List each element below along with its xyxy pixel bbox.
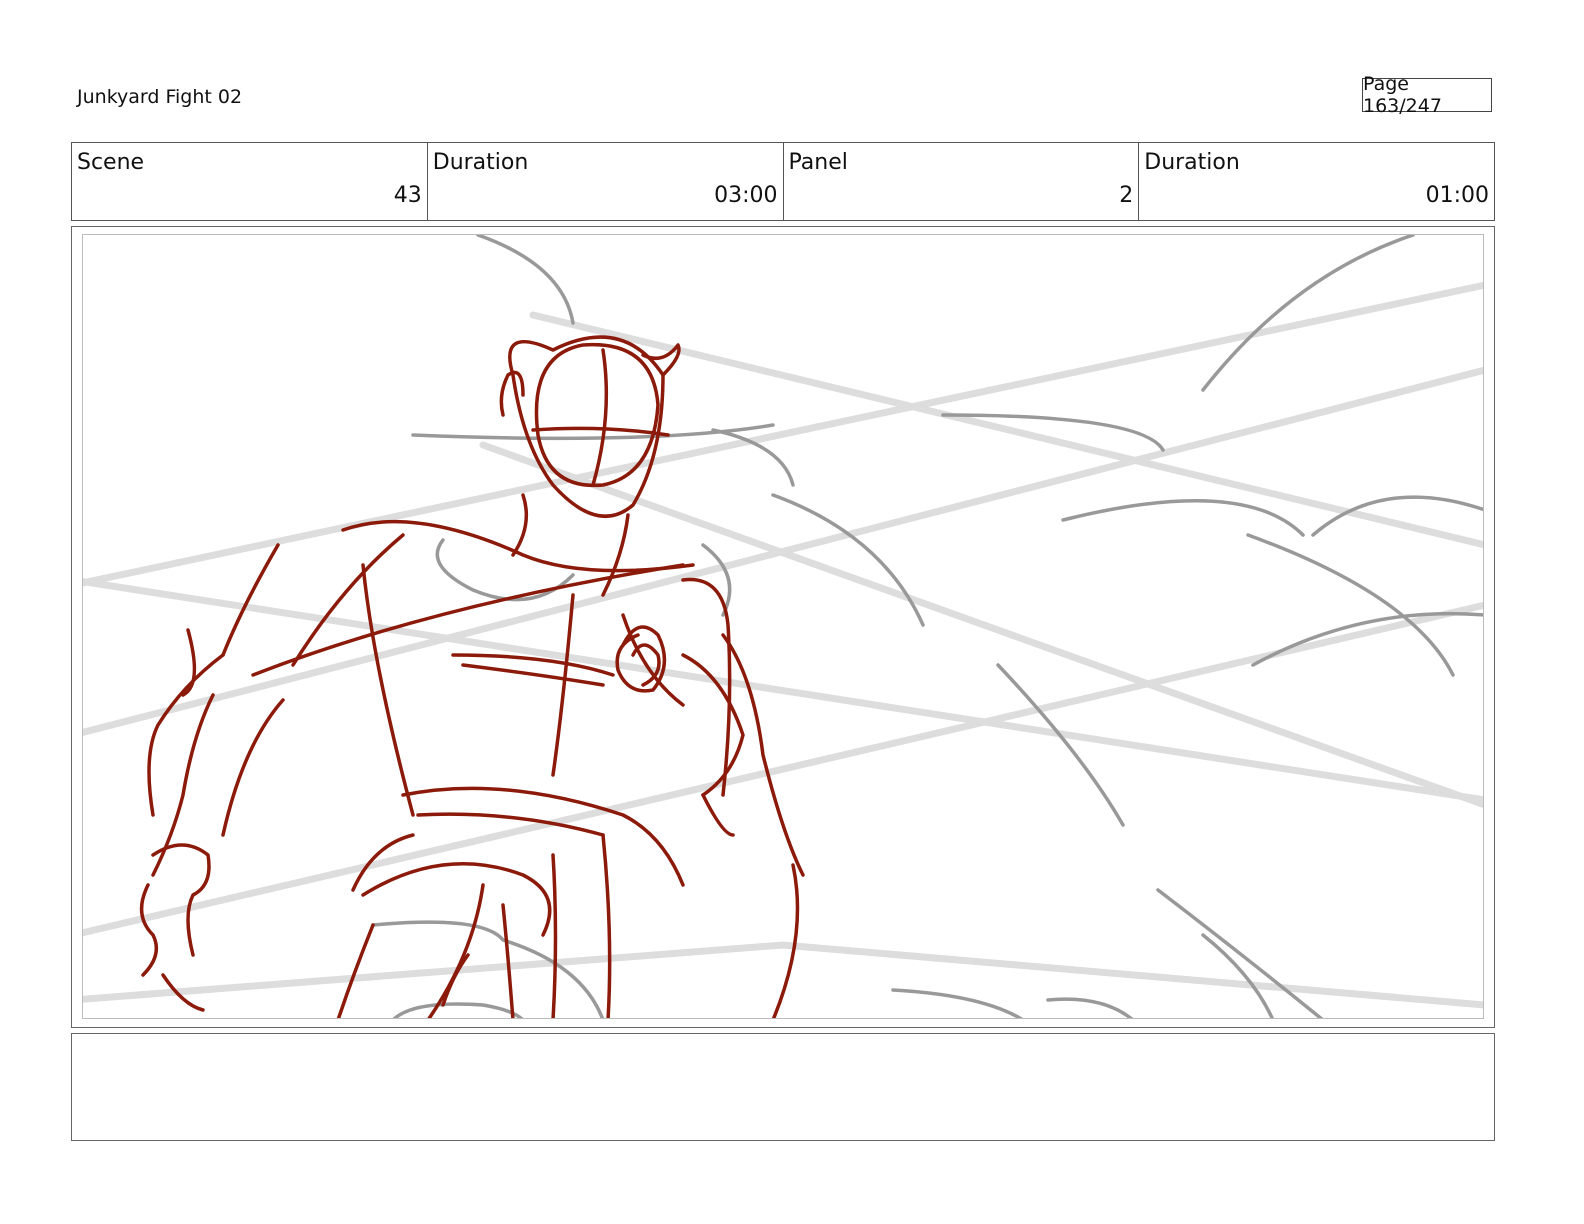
storyboard-title: Junkyard Fight 02 [77, 86, 243, 108]
panel-cell: Panel 2 [784, 143, 1140, 220]
scene-duration-value: 03:00 [714, 183, 778, 208]
background-strokes [371, 235, 1483, 1018]
scene-duration-cell: Duration 03:00 [428, 143, 784, 220]
page-number: Page 163/247 [1362, 73, 1492, 117]
scene-info-table: Scene 43 Duration 03:00 Panel 2 Duration… [71, 142, 1495, 221]
panel-label: Panel [788, 150, 848, 175]
panel-duration-value: 01:00 [1425, 183, 1489, 208]
sketch-area [82, 234, 1484, 1019]
sketch-drawing [83, 235, 1483, 1018]
notes-box [71, 1033, 1495, 1141]
scene-label: Scene [77, 150, 145, 175]
speed-lines [83, 281, 1483, 1009]
panel-value: 2 [1119, 183, 1134, 208]
panel-frame [71, 226, 1495, 1028]
scene-value: 43 [393, 183, 422, 208]
panel-duration-cell: Duration 01:00 [1139, 143, 1494, 220]
panel-duration-label: Duration [1144, 150, 1240, 175]
scene-cell: Scene 43 [72, 143, 428, 220]
scene-duration-label: Duration [432, 150, 529, 175]
